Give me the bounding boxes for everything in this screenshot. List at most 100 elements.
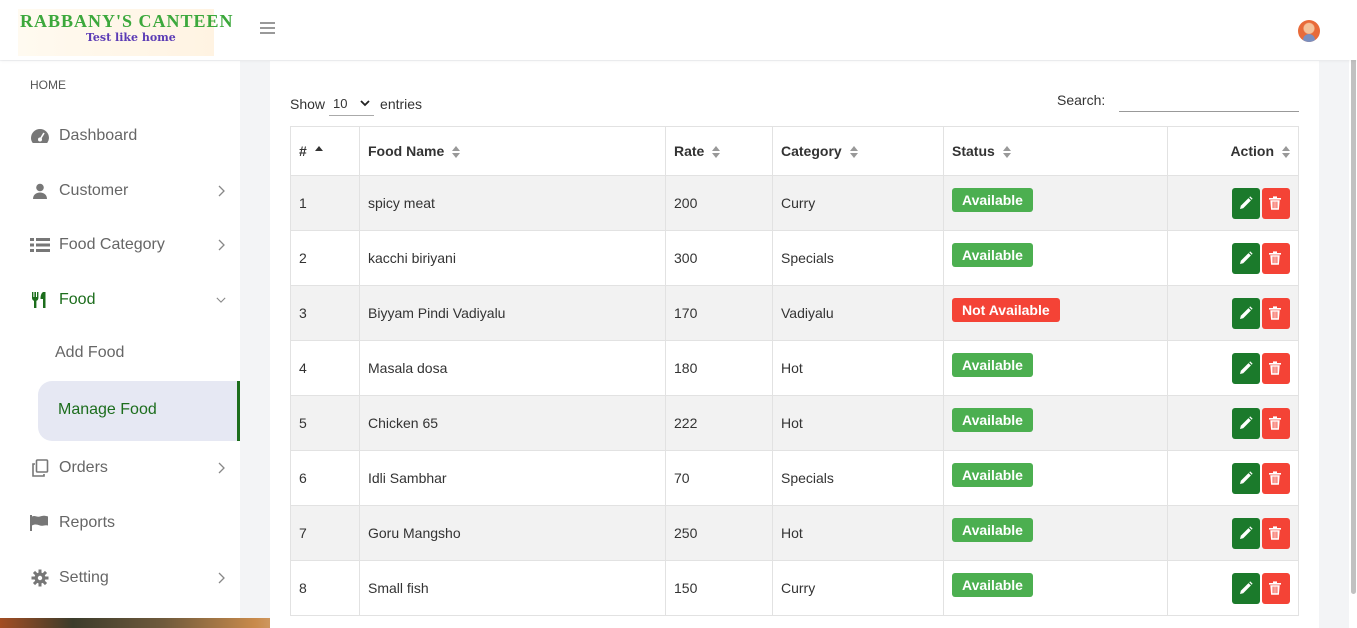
sidebar-item-label: Reports bbox=[59, 514, 116, 531]
search-input[interactable] bbox=[1119, 88, 1299, 112]
cell-status: Available bbox=[943, 175, 1168, 231]
edit-button[interactable] bbox=[1232, 517, 1260, 549]
avatar[interactable] bbox=[1298, 20, 1320, 42]
edit-button[interactable] bbox=[1232, 352, 1260, 384]
column-header-action[interactable]: Action bbox=[1167, 126, 1299, 176]
chevron-right-icon bbox=[216, 461, 226, 475]
sidebar-item-dashboard[interactable]: Dashboard bbox=[0, 114, 240, 158]
flag-icon bbox=[30, 514, 50, 532]
cell-id: 1 bbox=[290, 175, 360, 231]
cell-actions bbox=[1167, 560, 1299, 616]
cell-rate: 170 bbox=[665, 285, 773, 341]
delete-button[interactable] bbox=[1262, 187, 1290, 219]
gear-icon bbox=[30, 569, 50, 587]
delete-button[interactable] bbox=[1262, 462, 1290, 494]
status-badge: Available bbox=[952, 353, 1033, 377]
delete-button[interactable] bbox=[1262, 407, 1290, 439]
status-badge: Available bbox=[952, 518, 1033, 542]
cell-actions bbox=[1167, 175, 1299, 231]
cell-category: Specials bbox=[772, 230, 944, 286]
table-row: 8 Small fish 150 Curry Available bbox=[290, 560, 1299, 616]
sidebar-item-setting[interactable]: Setting bbox=[0, 556, 240, 600]
scrollbar-thumb[interactable] bbox=[1351, 14, 1356, 594]
cell-actions bbox=[1167, 395, 1299, 451]
hamburger-menu-icon[interactable] bbox=[260, 22, 275, 35]
cell-id: 6 bbox=[290, 450, 360, 506]
edit-button[interactable] bbox=[1232, 462, 1260, 494]
status-badge: Available bbox=[952, 188, 1033, 212]
delete-button[interactable] bbox=[1262, 297, 1290, 329]
sidebar-item-reports[interactable]: Reports bbox=[0, 501, 240, 545]
cell-rate: 222 bbox=[665, 395, 773, 451]
sidebar-heading: HOME bbox=[30, 78, 66, 92]
sort-asc-icon bbox=[314, 145, 323, 159]
table-row: 5 Chicken 65 222 Hot Available bbox=[290, 395, 1299, 451]
status-badge: Available bbox=[952, 243, 1033, 267]
table-row: 4 Masala dosa 180 Hot Available bbox=[290, 340, 1299, 396]
delete-button[interactable] bbox=[1262, 517, 1290, 549]
dashboard-icon bbox=[30, 127, 50, 145]
cell-id: 5 bbox=[290, 395, 360, 451]
column-header-rate[interactable]: Rate bbox=[665, 126, 773, 176]
cell-actions bbox=[1167, 340, 1299, 396]
sort-icon bbox=[1282, 145, 1290, 159]
cell-category: Hot bbox=[772, 505, 944, 561]
sidebar-item-customer[interactable]: Customer bbox=[0, 169, 240, 213]
cell-rate: 250 bbox=[665, 505, 773, 561]
column-header-food-name[interactable]: Food Name bbox=[359, 126, 666, 176]
sort-icon bbox=[1002, 145, 1011, 159]
sidebar-item-food-category[interactable]: Food Category bbox=[0, 223, 240, 267]
cell-actions bbox=[1167, 285, 1299, 341]
user-icon bbox=[30, 182, 50, 200]
cell-status: Not Available bbox=[943, 285, 1168, 341]
status-badge: Available bbox=[952, 463, 1033, 487]
delete-button[interactable] bbox=[1262, 352, 1290, 384]
cell-status: Available bbox=[943, 230, 1168, 286]
cell-category: Curry bbox=[772, 175, 944, 231]
delete-button[interactable] bbox=[1262, 572, 1290, 604]
sidebar-subitem-add-food[interactable]: Add Food bbox=[55, 344, 124, 362]
edit-button[interactable] bbox=[1232, 242, 1260, 274]
cell-id: 7 bbox=[290, 505, 360, 561]
cell-food-name: spicy meat bbox=[359, 175, 666, 231]
cell-id: 4 bbox=[290, 340, 360, 396]
chevron-right-icon bbox=[216, 238, 226, 252]
edit-button[interactable] bbox=[1232, 572, 1260, 604]
edit-button[interactable] bbox=[1232, 297, 1260, 329]
sidebar-item-label: Food bbox=[59, 291, 96, 308]
sidebar: HOME Dashboard Customer Food Category Fo… bbox=[0, 61, 240, 618]
column-header-id[interactable]: # bbox=[290, 126, 360, 176]
cell-category: Vadiyalu bbox=[772, 285, 944, 341]
sidebar-item-label: Setting bbox=[59, 569, 109, 586]
logo-title: RABBANY'S CANTEEN bbox=[20, 11, 234, 31]
sidebar-item-orders[interactable]: Orders bbox=[0, 446, 240, 490]
entries-select[interactable]: 10 bbox=[329, 92, 375, 116]
cell-rate: 180 bbox=[665, 340, 773, 396]
food-table: # Food Name Rate Category Status Action … bbox=[290, 126, 1299, 616]
chevron-down-icon bbox=[360, 100, 370, 107]
cell-food-name: Masala dosa bbox=[359, 340, 666, 396]
entries-label: entries bbox=[380, 96, 423, 112]
cell-status: Available bbox=[943, 340, 1168, 396]
cell-category: Hot bbox=[772, 395, 944, 451]
table-row: 7 Goru Mangsho 250 Hot Available bbox=[290, 505, 1299, 561]
cell-category: Specials bbox=[772, 450, 944, 506]
edit-button[interactable] bbox=[1232, 187, 1260, 219]
chevron-right-icon bbox=[216, 571, 226, 585]
sidebar-subitem-manage-food[interactable]: Manage Food bbox=[38, 381, 240, 441]
show-label: Show bbox=[290, 96, 326, 112]
sidebar-item-food[interactable]: Food bbox=[0, 278, 240, 322]
sidebar-item-label: Orders bbox=[59, 459, 108, 476]
utensils-icon bbox=[30, 291, 50, 309]
cell-rate: 150 bbox=[665, 560, 773, 616]
column-header-status[interactable]: Status bbox=[943, 126, 1168, 176]
show-entries-control: Show 10 entries bbox=[290, 92, 422, 116]
edit-button[interactable] bbox=[1232, 407, 1260, 439]
column-header-category[interactable]: Category bbox=[772, 126, 944, 176]
logo[interactable]: RABBANY'S CANTEEN Test like home bbox=[18, 9, 233, 56]
table-row: 1 spicy meat 200 Curry Available bbox=[290, 175, 1299, 231]
top-bar: RABBANY'S CANTEEN Test like home bbox=[0, 0, 1357, 60]
cell-actions bbox=[1167, 450, 1299, 506]
delete-button[interactable] bbox=[1262, 242, 1290, 274]
cell-food-name: Small fish bbox=[359, 560, 666, 616]
